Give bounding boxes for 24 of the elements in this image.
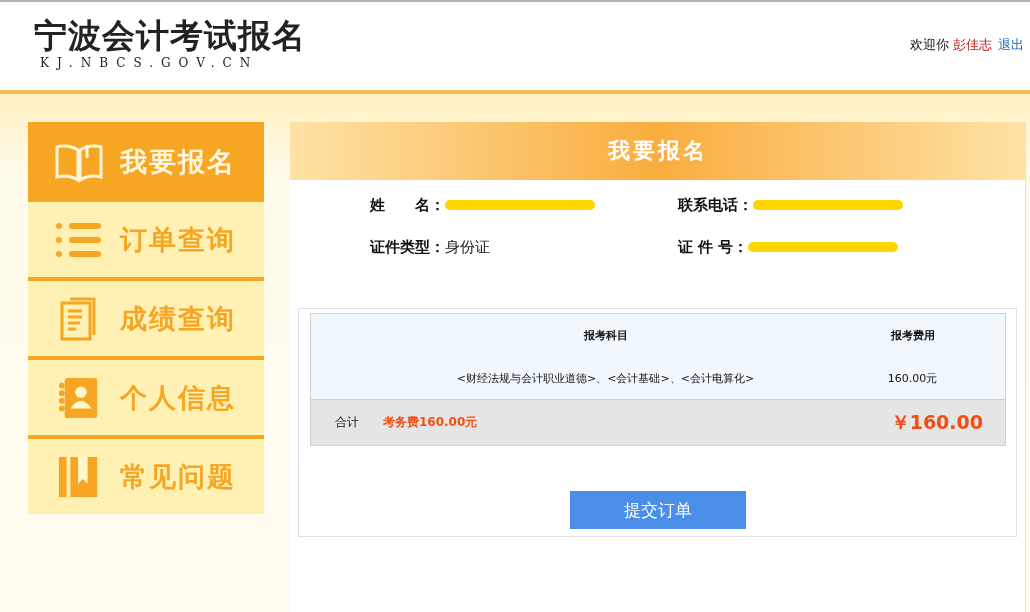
logout-link[interactable]: 退出	[998, 36, 1024, 54]
total-label: 合计	[335, 414, 359, 431]
table-cell-text: 160.00元	[886, 370, 939, 386]
sidebar-item[interactable]: 订单查询	[28, 202, 264, 281]
column-header: 报考科目	[582, 328, 629, 343]
sidebar-item[interactable]: 我要报名	[28, 122, 264, 202]
field-value: 身份证	[445, 237, 490, 257]
fee-detail: 考务费160.00元	[383, 414, 478, 431]
user-name: 彭佳志	[953, 36, 992, 54]
sidebar-item[interactable]: 个人信息	[28, 360, 264, 439]
field-label: 证件类型：	[370, 237, 445, 257]
field-label: 联系电话：	[678, 195, 753, 215]
sidebar-item[interactable]: 成绩查询	[28, 281, 264, 360]
submit-order-button[interactable]: 提交订单	[570, 491, 746, 529]
site-title: 宁波会计考试报名	[34, 16, 306, 56]
welcome-text: 欢迎你	[910, 36, 949, 54]
field-label: 姓 名：	[370, 195, 445, 215]
panel-title: 我要报名	[607, 137, 708, 165]
field-label: 证 件 号：	[678, 237, 749, 257]
site-domain: KJ.NBCS.GOV.CN	[40, 56, 260, 70]
total-amount: ￥160.00	[890, 409, 983, 435]
table-cell-text: <财经法规与会计职业道德>、<会计基础>、<会计电算化>	[455, 370, 756, 386]
column-header: 报考费用	[889, 328, 936, 343]
sidebar-item[interactable]: 常见问题	[28, 439, 264, 514]
